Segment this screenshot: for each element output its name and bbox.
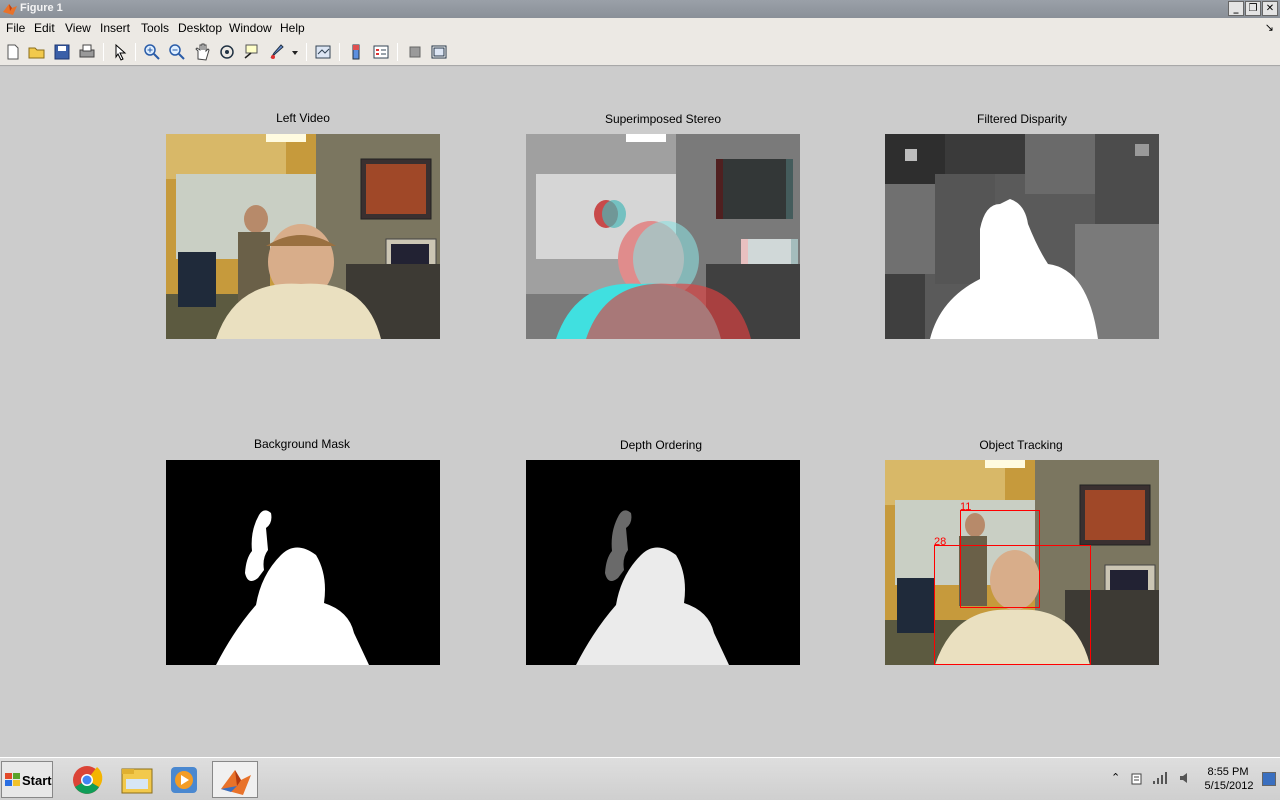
rotate-3d-icon[interactable] <box>217 42 237 62</box>
panel-title-filtered-disparity: Filtered Disparity <box>976 112 1068 126</box>
data-cursor-icon[interactable] <box>242 42 262 62</box>
zoom-out-icon[interactable] <box>167 42 187 62</box>
toolbar-separator <box>103 43 104 61</box>
brush-dropdown-icon[interactable] <box>290 42 300 62</box>
panel-title-object-tracking: Object Tracking <box>979 438 1063 452</box>
save-icon[interactable] <box>52 42 72 62</box>
clock-date[interactable]: 5/15/2012 <box>1198 780 1260 792</box>
start-label: Start <box>22 773 52 788</box>
figure-canvas: Left Video Superimposed Stereo Filtered … <box>0 67 1280 757</box>
superimposed-stereo-image[interactable] <box>526 134 800 339</box>
window-title-bar[interactable]: Figure 1 _ ❐ ✕ <box>0 0 1280 18</box>
track-id-label: 11 <box>960 501 972 513</box>
volume-icon[interactable] <box>1178 771 1192 785</box>
track-id-label: 28 <box>934 536 947 548</box>
chrome-icon[interactable] <box>64 761 110 798</box>
menu-bar: File Edit View Insert Tools Desktop Wind… <box>0 18 1280 38</box>
panel-title-background-mask: Background Mask <box>253 437 351 451</box>
clock-time[interactable]: 8:55 PM <box>1200 766 1256 778</box>
depth-ordering-image[interactable] <box>526 460 800 665</box>
start-button[interactable]: Start <box>1 761 53 798</box>
toolbar-separator <box>397 43 398 61</box>
minimize-button[interactable]: _ <box>1228 1 1244 16</box>
left-video-image[interactable] <box>166 134 440 339</box>
toolbar-separator <box>135 43 136 61</box>
new-figure-icon[interactable] <box>3 42 23 62</box>
link-plot-icon[interactable] <box>313 42 333 62</box>
network-icon[interactable] <box>1152 771 1168 785</box>
matlab-icon[interactable] <box>212 761 258 798</box>
media-player-icon[interactable] <box>162 761 208 798</box>
toolbar-separator <box>306 43 307 61</box>
menu-edit[interactable]: Edit <box>34 21 55 35</box>
hide-plot-tools-icon[interactable] <box>405 42 425 62</box>
panel-title-left-video: Left Video <box>276 111 330 125</box>
menu-insert[interactable]: Insert <box>100 21 130 35</box>
track-box <box>934 545 1091 665</box>
brush-icon[interactable] <box>267 42 287 62</box>
taskbar: Start ⌃ 8:55 PM 5/15/2012 <box>0 757 1280 800</box>
show-desktop-icon[interactable] <box>1262 772 1276 786</box>
open-file-icon[interactable] <box>27 42 47 62</box>
show-hidden-icons-icon[interactable]: ⌃ <box>1111 771 1120 784</box>
action-center-icon[interactable] <box>1130 772 1144 786</box>
menu-desktop[interactable]: Desktop <box>178 21 222 35</box>
pan-icon[interactable] <box>192 42 212 62</box>
menu-view[interactable]: View <box>65 21 91 35</box>
print-icon[interactable] <box>77 42 97 62</box>
dock-figure-icon[interactable]: ↘ <box>1265 21 1274 34</box>
toolbar-separator <box>339 43 340 61</box>
maximize-button[interactable]: ❐ <box>1245 1 1261 16</box>
figure-toolbar <box>0 38 1280 66</box>
zoom-in-icon[interactable] <box>142 42 162 62</box>
background-mask-image[interactable] <box>166 460 440 665</box>
file-explorer-icon[interactable] <box>114 761 160 798</box>
filtered-disparity-image[interactable] <box>885 134 1159 339</box>
edit-plot-icon[interactable] <box>110 42 130 62</box>
menu-tools[interactable]: Tools <box>141 21 169 35</box>
show-plot-tools-icon[interactable] <box>429 42 449 62</box>
panel-title-superimposed-stereo: Superimposed Stereo <box>604 112 722 126</box>
menu-file[interactable]: File <box>6 21 25 35</box>
insert-colorbar-icon[interactable] <box>346 42 366 62</box>
menu-help[interactable]: Help <box>280 21 305 35</box>
menu-window[interactable]: Window <box>229 21 272 35</box>
matlab-app-icon <box>3 4 17 15</box>
windows-flag-icon <box>5 773 20 786</box>
panel-title-depth-ordering: Depth Ordering <box>619 438 703 452</box>
close-button[interactable]: ✕ <box>1262 1 1278 16</box>
insert-legend-icon[interactable] <box>371 42 391 62</box>
window-title: Figure 1 <box>20 2 63 14</box>
